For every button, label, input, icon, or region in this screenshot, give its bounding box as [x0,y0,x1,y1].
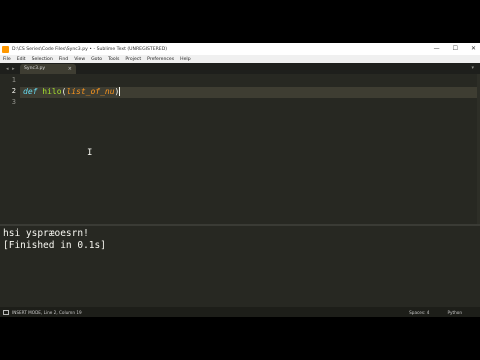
parameter-name: list_of_nu [66,87,115,96]
window-title: D:\CS Series\Code Files\Sync3.py • - Sub… [12,46,168,52]
syntax-selector[interactable]: Python [447,310,462,315]
status-mode-position: INSERT MODE, Line 2, Column 19 [12,309,82,315]
tab-bar: ◂ ▸ Sync3.py × ▾ [0,63,480,74]
panel-toggle-icon[interactable] [3,309,9,315]
menu-preferences[interactable]: Preferences [147,57,174,62]
text-cursor-icon: I [87,148,93,158]
tab-close-icon[interactable]: × [68,66,72,72]
sublime-window: D:\CS Series\Code Files\Sync3.py • - Sub… [0,43,480,317]
menu-edit[interactable]: Edit [17,57,26,62]
status-right-group: Spaces: 4 Python [409,307,480,317]
function-name: hilo [42,87,62,96]
window-controls: — ☐ ✕ [434,43,476,55]
build-output-panel: hsi yspræoesrn! [Finished in 0.1s] [0,226,480,307]
menu-help[interactable]: Help [180,57,190,62]
output-line-finished: [Finished in 0.1s] [3,240,106,251]
code-line-2[interactable]: def hilo(list_of_nu) [23,87,121,96]
tab-nav-arrows-icon[interactable]: ◂ ▸ [6,66,16,72]
line-number: 3 [11,98,16,106]
maximize-button[interactable]: ☐ [453,43,458,55]
menu-bar: File Edit Selection Find View Goto Tools… [0,55,480,63]
close-button[interactable]: ✕ [471,43,476,55]
output-line: hsi yspræoesrn! [3,228,89,239]
line-number-active: 2 [11,87,16,95]
menu-goto[interactable]: Goto [91,57,102,62]
menu-selection[interactable]: Selection [32,57,53,62]
tab-dropdown-icon[interactable]: ▾ [471,65,474,71]
line-number-gutter: 1 2 3 [0,74,20,224]
menu-find[interactable]: Find [59,57,68,62]
status-bar: INSERT MODE, Line 2, Column 19 Spaces: 4… [0,307,480,317]
menu-project[interactable]: Project [125,57,141,62]
menu-tools[interactable]: Tools [108,57,119,62]
text-caret [119,87,121,96]
keyword-def: def [23,87,38,96]
line-number: 1 [11,76,16,84]
tab-sync3[interactable]: Sync3.py × [20,64,76,74]
menu-view[interactable]: View [74,57,85,62]
minimize-button[interactable]: — [434,43,440,55]
title-bar: D:\CS Series\Code Files\Sync3.py • - Sub… [0,43,480,55]
sublime-app-icon [2,45,9,53]
menu-file[interactable]: File [3,57,11,62]
tab-label: Sync3.py [24,66,46,71]
indentation-selector[interactable]: Spaces: 4 [409,310,429,315]
